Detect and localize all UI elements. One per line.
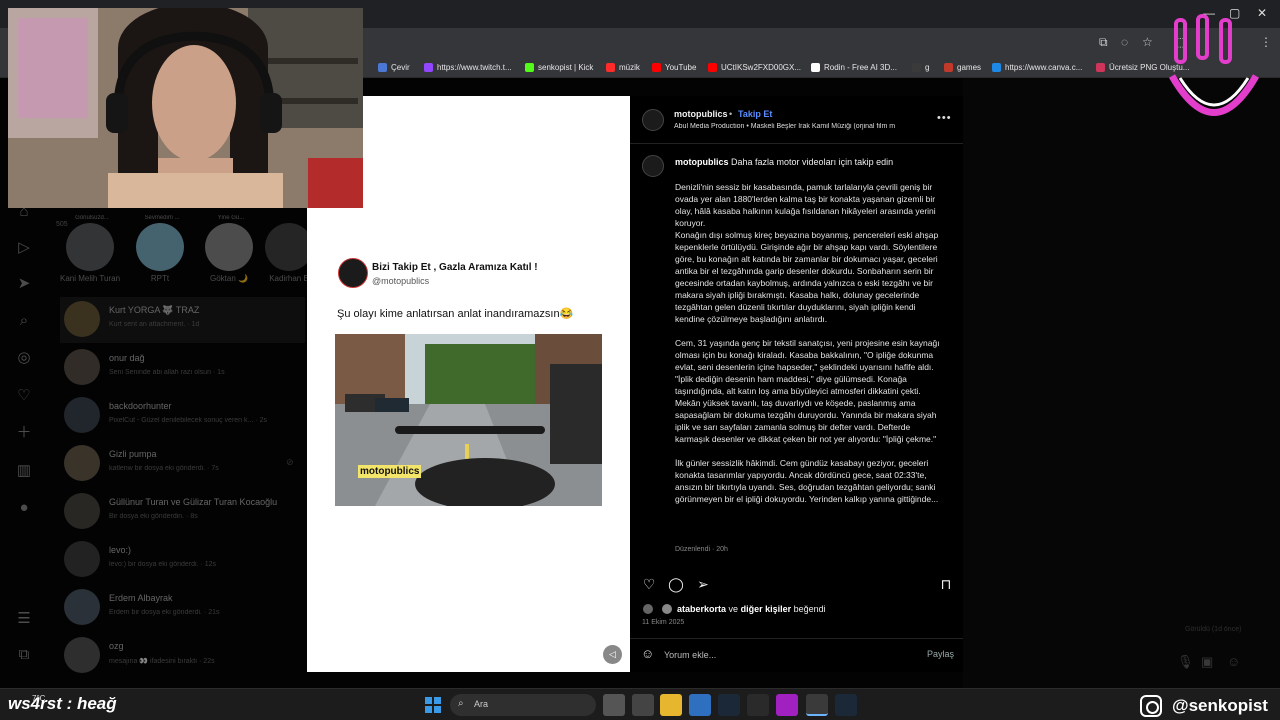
post-username[interactable]: motopublics (674, 109, 728, 119)
more-options-icon[interactable]: ••• (937, 112, 952, 124)
games-icon (944, 63, 953, 72)
taskbar-search-label: Ara (474, 699, 489, 709)
caption-avatar[interactable] (642, 155, 664, 177)
liker-username[interactable]: ataberkorta (677, 604, 726, 614)
bookmark-item[interactable]: Rodin - Free AI 3D... (811, 60, 897, 75)
streamer-webcam-image (8, 8, 363, 208)
caption-body: Denizli'nin sessiz bir kasabasında, pamu… (675, 182, 940, 504)
emoji-icon[interactable]: ☺ (641, 646, 654, 661)
stream-logo-icon (1168, 14, 1260, 116)
steam-icon[interactable] (718, 694, 740, 716)
bookmark-label: games (957, 63, 982, 72)
bookmark-item[interactable]: senkopist | Kick (525, 60, 593, 75)
liker-avatar (642, 603, 654, 615)
comment-input[interactable] (664, 648, 904, 662)
bookmark-item[interactable]: müzik (606, 60, 640, 75)
save-icon[interactable]: ⊓ (938, 576, 954, 592)
epic-games-icon[interactable] (747, 694, 769, 716)
bookmark-item[interactable]: games (944, 60, 981, 75)
bookmark-star-icon[interactable]: ☆ (1142, 35, 1153, 49)
png-tool-icon (1096, 63, 1105, 72)
file-explorer-icon[interactable] (660, 694, 682, 716)
likes-summary[interactable]: ataberkorta ve diğer kişiler beğendi (677, 604, 826, 614)
like-icon[interactable]: ♡ (641, 576, 657, 592)
bookmark-label: Rodin - Free AI 3D... (824, 63, 897, 72)
liker-avatar (661, 603, 673, 615)
tweet-avatar (338, 258, 368, 288)
bookmark-item[interactable]: YouTube (652, 60, 696, 75)
instagram-handle: @senkopist (1172, 696, 1268, 715)
kick-icon (525, 63, 534, 72)
youtube-icon (708, 63, 717, 72)
caption-username[interactable]: motopublics (675, 157, 729, 167)
bookmark-label: https://www.twitch.t... (437, 63, 512, 72)
store-icon[interactable] (689, 694, 711, 716)
youtube-music-icon (606, 63, 615, 72)
webcam-overlay (8, 8, 363, 208)
windows-logo-icon (425, 697, 441, 713)
youtube-icon (652, 63, 661, 72)
post-comment-button[interactable]: Paylaş (927, 649, 954, 659)
tweet-handle: @motopublics (372, 276, 430, 286)
search-icon: ⌕ (458, 698, 464, 709)
edited-timestamp: Düzenlendi · 20h (675, 546, 728, 553)
bookmark-label: Çevir (391, 63, 410, 72)
divider (630, 143, 963, 144)
rodin-icon (811, 63, 820, 72)
bookmark-label: senkopist | Kick (538, 63, 594, 72)
steam-icon[interactable] (835, 694, 857, 716)
bookmark-label: g (925, 63, 930, 72)
windows-start-icon[interactable] (423, 695, 443, 715)
tweet-text: Şu olayı kime anlatırsan anlat inandıram… (337, 308, 574, 320)
taskbar-search[interactable]: ⌕ Ara (450, 694, 596, 716)
install-app-icon[interactable]: ⧉ (1099, 35, 1108, 50)
share-icon[interactable]: ➢ (695, 576, 711, 592)
bookmark-item[interactable]: https://www.twitch.t... (424, 60, 512, 75)
task-view-icon[interactable] (603, 694, 625, 716)
widgets-icon[interactable] (632, 694, 654, 716)
follow-button[interactable]: Takip Et (738, 109, 772, 119)
author-avatar[interactable] (642, 109, 664, 131)
windows-taskbar: 7°C ⌕ Ara (0, 688, 1280, 720)
video-caption: motopublics (358, 465, 422, 478)
likes-verb: beğendi (793, 604, 826, 614)
post-date: 11 Ekim 2025 (642, 619, 685, 626)
speaker-muted-icon[interactable]: ◁ (603, 645, 622, 664)
bookmark-label: https://www.canva.c... (1005, 63, 1083, 72)
chrome-icon[interactable] (806, 694, 828, 716)
caption-lead: Daha fazla motor videoları için takip ed… (731, 157, 894, 167)
audio-track[interactable]: Abul Media Production • Maskeli Beşler I… (674, 123, 929, 130)
bookmark-label: YouTube (665, 63, 697, 72)
bookmark-item[interactable]: https://www.canva.c... (992, 60, 1082, 75)
comment-icon[interactable]: ◯ (668, 576, 684, 592)
motorcycle-road-image (335, 334, 602, 506)
divider (630, 638, 963, 639)
caption-header: motopublics Daha fazla motor videoları i… (675, 157, 893, 167)
likes-conjunction: ve (728, 604, 739, 614)
canva-icon (992, 63, 1001, 72)
tweet-display-name: Bizi Takip Et , Gazla Aramıza Katıl ! (372, 262, 538, 273)
kick-k-icon (912, 63, 921, 72)
other-likers-link[interactable]: diğer kişiler (741, 604, 792, 614)
video-frame (335, 334, 602, 506)
bookmark-label: UCtIKSw2FXD00GX... (721, 63, 802, 72)
bookmark-item[interactable]: UCtIKSw2FXD00GX... (708, 60, 801, 75)
separator-dot: • (729, 109, 733, 119)
translate-icon (378, 63, 387, 72)
instagram-icon (1140, 695, 1162, 717)
twitch-icon (424, 63, 433, 72)
bookmark-item[interactable]: Çevir (378, 60, 410, 75)
bookmark-label: müzik (619, 63, 640, 72)
eye-off-icon[interactable]: ◌ (1121, 35, 1128, 49)
bookmark-item[interactable]: g (912, 60, 929, 75)
app-icon[interactable] (776, 694, 798, 716)
screen: — ▢ ✕ ⧉ ◌ ☆ ⬚ ⋮ Çevir https://www.twitch… (0, 0, 1280, 720)
stream-brand-overlay: ws4rst : heağ (8, 694, 117, 713)
